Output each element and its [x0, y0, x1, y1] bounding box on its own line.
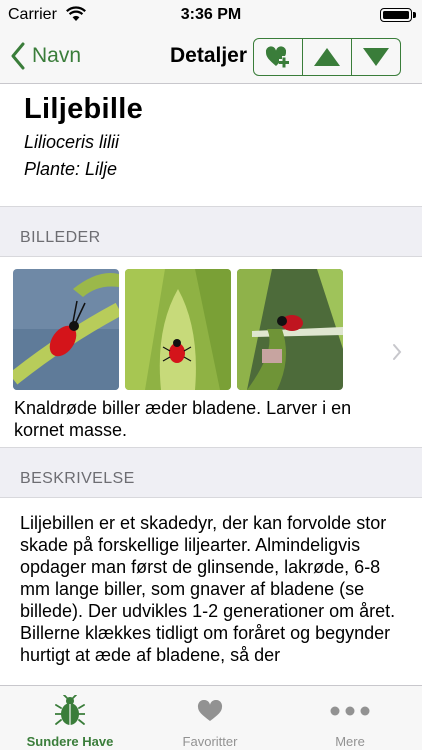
chevron-left-icon [11, 42, 25, 70]
tab-label: Mere [335, 734, 365, 749]
images-section: Knaldrøde biller æder bladene. Larver i … [0, 257, 422, 447]
status-bar: Carrier 3:36 PM [0, 0, 422, 30]
page-title: Detaljer [170, 44, 248, 67]
description-text: Liljebillen er et skadedyr, der kan forv… [0, 498, 422, 666]
tab-favoritter[interactable]: Favoritter [140, 686, 280, 750]
clock: 3:36 PM [180, 6, 242, 23]
next-button[interactable] [351, 39, 400, 75]
tab-mere[interactable]: Mere [280, 686, 420, 750]
image-caption: Knaldrøde biller æder bladene. Larver i … [14, 398, 352, 440]
arrow-up-icon [314, 48, 340, 66]
description-section-header: BESKRIVELSE [0, 447, 422, 498]
add-favorite-button[interactable] [254, 39, 302, 75]
heart-add-icon [265, 46, 289, 68]
tab-label: Sundere Have [26, 734, 114, 749]
detail-actions [253, 38, 401, 76]
navigation-bar: Navn Detaljer [0, 30, 422, 84]
tab-sundere-have[interactable]: Sundere Have [0, 686, 140, 750]
back-label: Navn [32, 44, 82, 67]
images-section-header: BILLEDER [0, 206, 422, 257]
host-plant: Plante: Lilje [24, 159, 118, 179]
description-body: Liljebillen er et skadedyr, der kan forv… [20, 513, 396, 665]
tab-bar: Sundere Have Favoritter Mere [0, 685, 422, 750]
more-icon [280, 694, 420, 728]
latin-name: Lilioceris lilii [24, 132, 120, 152]
species-header: Liljebille Lilioceris lilii Plante: Lilj… [0, 85, 422, 206]
detail-content[interactable]: Liljebille Lilioceris lilii Plante: Lilj… [0, 85, 422, 685]
tab-label: Favoritter [182, 734, 238, 749]
species-title: Liljebille [24, 93, 144, 125]
image-gallery[interactable] [13, 269, 349, 390]
thumbnail-image[interactable] [125, 269, 231, 390]
heart-icon [140, 694, 280, 728]
thumbnail-image[interactable] [13, 269, 119, 390]
previous-button[interactable] [302, 39, 351, 75]
beetle-icon [0, 694, 140, 728]
back-button[interactable]: Navn [10, 40, 81, 72]
arrow-down-icon [363, 48, 389, 66]
thumbnail-image[interactable] [237, 269, 343, 390]
battery-icon [380, 8, 416, 22]
chevron-right-icon[interactable] [392, 343, 402, 366]
